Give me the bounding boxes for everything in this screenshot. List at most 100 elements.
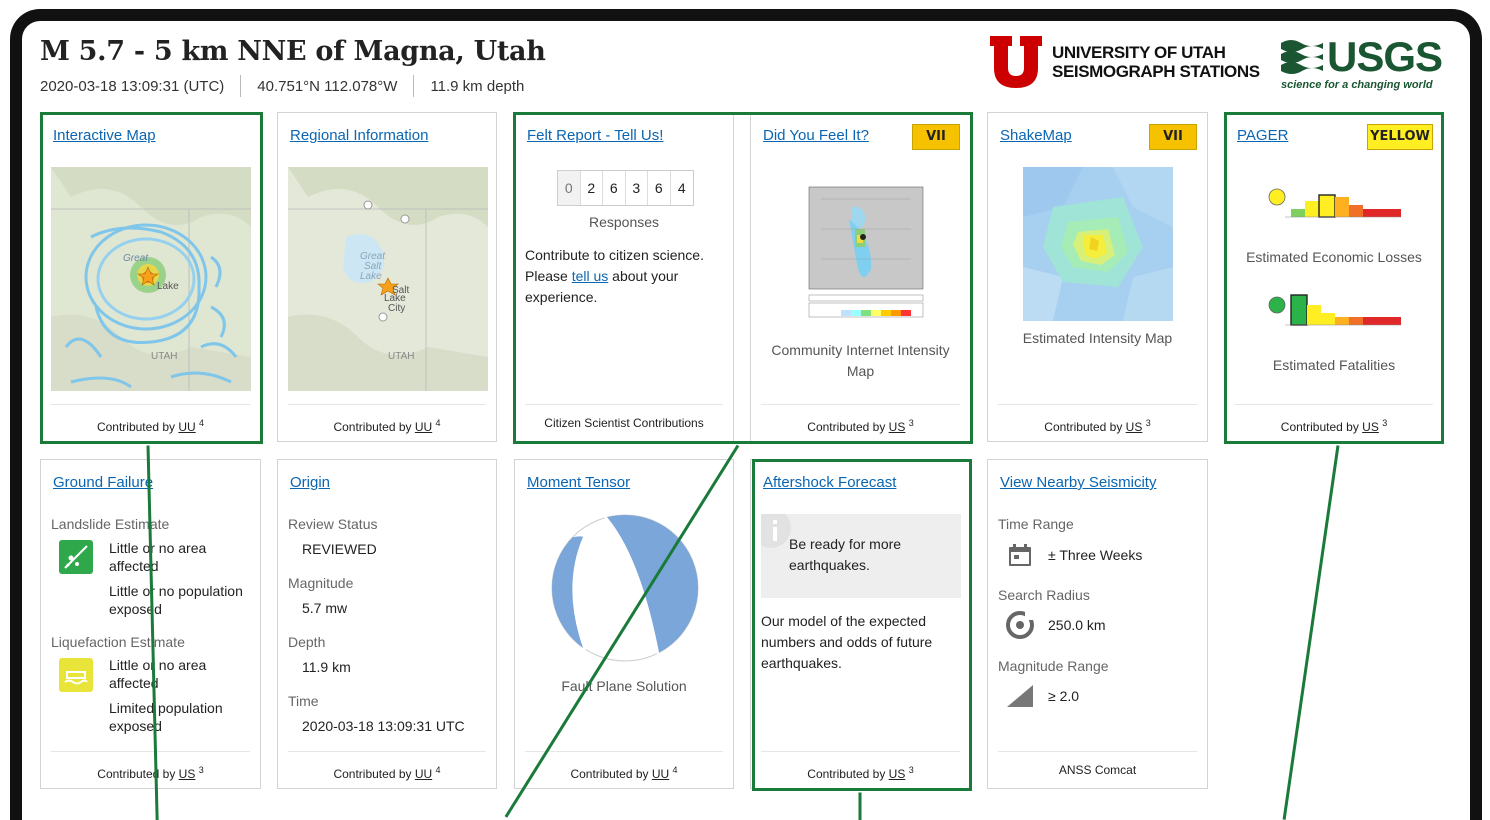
card-aftershock-forecast[interactable]: Aftershock Forecast Be ready for more ear… xyxy=(750,459,971,789)
event-time: 2020-03-18 13:09:31 (UTC) xyxy=(40,77,225,95)
dyfi-caption-line: Map xyxy=(846,363,875,379)
magnitude-range-row: ≥ 2.0 xyxy=(1000,681,1079,711)
interactive-map-thumbnail[interactable]: Great Lake UTAH xyxy=(51,167,251,391)
time-value: 2020-03-18 13:09:31 UTC xyxy=(302,718,465,734)
counter-digit: 2 xyxy=(581,171,603,205)
divider xyxy=(413,75,415,97)
card-footer: Contributed by UU 4 xyxy=(288,404,486,441)
card-footer: Contributed by US 3 xyxy=(761,751,960,788)
divider xyxy=(240,75,242,97)
did-you-feel-it-link[interactable]: Did You Feel It? xyxy=(763,127,869,144)
map-label: City xyxy=(388,303,405,314)
search-radius-row: 250.0 km xyxy=(1000,610,1106,640)
card-did-you-feel-it[interactable]: Did You Feel It? VII Community Internet … xyxy=(750,112,971,442)
card-footer: Contributed by US 3 xyxy=(51,751,250,788)
counter-digit: 3 xyxy=(626,171,648,205)
felt-description: Contribute to citizen science. Please te… xyxy=(525,245,704,308)
pager-link[interactable]: PAGER xyxy=(1237,127,1288,144)
search-radius-label: Search Radius xyxy=(998,587,1090,603)
response-counter: 0 2 6 3 6 4 xyxy=(557,170,694,206)
landslide-population: Little or no population exposed xyxy=(109,583,243,617)
event-location: 40.751°N 112.078°W xyxy=(257,77,398,95)
dyfi-map-thumbnail[interactable] xyxy=(801,179,931,325)
pager-alert-badge: YELLOW xyxy=(1367,124,1433,150)
card-footer: ANSS Comcat xyxy=(998,751,1197,788)
landslide-area: Little or no area affected xyxy=(109,540,207,574)
card-felt-report[interactable]: Felt Report - Tell Us! 0 2 6 3 6 4 Respo… xyxy=(514,112,734,442)
card-footer: Contributed by UU 4 xyxy=(288,751,486,788)
card-regional-information[interactable]: Regional Information Great Salt Lake Sal… xyxy=(277,112,497,442)
card-interactive-map[interactable]: Interactive Map Great Lake UTAH Contribu… xyxy=(40,112,261,442)
card-footer: Contributed by US 3 xyxy=(1235,404,1433,441)
review-status-value: REVIEWED xyxy=(302,541,377,557)
magnitude-triangle-icon xyxy=(1007,685,1033,707)
event-depth: 11.9 km depth xyxy=(430,77,525,95)
magnitude-label: Magnitude xyxy=(288,575,354,591)
usgs-logo[interactable]: USGS science for a changing world xyxy=(1281,33,1443,91)
university-of-utah-logo[interactable]: UNIVERSITY OF UTAH SEISMOGRAPH STATIONS xyxy=(988,34,1260,90)
felt-report-link[interactable]: Felt Report - Tell Us! xyxy=(527,127,663,144)
felt-text-line: Contribute to citizen science. xyxy=(525,247,704,263)
economic-losses-histogram[interactable] xyxy=(1265,183,1405,237)
aftershock-alert: Be ready for more earthquakes. xyxy=(761,514,961,598)
map-label: Lake xyxy=(360,271,382,282)
card-pager[interactable]: PAGER YELLOW Estimated Economic Losses E… xyxy=(1224,112,1444,442)
liquefaction-area: Little or no area affected xyxy=(109,657,207,691)
moment-tensor-link[interactable]: Moment Tensor xyxy=(527,474,630,491)
felt-text-line: experience. xyxy=(525,289,598,305)
liquefaction-label: Liquefaction Estimate xyxy=(51,634,185,650)
counter-digit: 4 xyxy=(677,180,686,196)
card-footer: Contributed by US 3 xyxy=(998,404,1197,441)
counter-digit: 0 xyxy=(558,171,581,205)
shakemap-link[interactable]: ShakeMap xyxy=(1000,127,1072,144)
search-radius-value: 250.0 km xyxy=(1048,617,1106,633)
responses-label: Responses xyxy=(588,214,660,230)
shakemap-thumbnail[interactable] xyxy=(1023,167,1173,321)
card-origin[interactable]: Origin Review Status REVIEWED Magnitude … xyxy=(277,459,497,789)
card-footer: Citizen Scientist Contributions xyxy=(525,404,723,441)
uu-logo-line2: SEISMOGRAPH STATIONS xyxy=(1052,62,1260,81)
counter-digit: 6 xyxy=(603,171,626,205)
card-shakemap[interactable]: ShakeMap VII Estimated Intensity Map Con… xyxy=(987,112,1208,442)
time-label: Time xyxy=(288,693,319,709)
aftershock-forecast-link[interactable]: Aftershock Forecast xyxy=(763,474,896,491)
card-footer: Contributed by UU 4 xyxy=(51,404,250,441)
intensity-badge: VII xyxy=(1149,124,1197,150)
callout-line xyxy=(858,792,862,820)
fatalities-histogram[interactable] xyxy=(1265,289,1405,343)
depth-value: 11.9 km xyxy=(302,659,351,675)
magnitude-range-label: Magnitude Range xyxy=(998,658,1109,674)
regional-map-thumbnail[interactable]: Great Salt Lake Salt Lake City UTAH xyxy=(288,167,488,391)
page-title: M 5.7 - 5 km NNE of Magna, Utah xyxy=(40,36,546,67)
nearby-seismicity-link[interactable]: View Nearby Seismicity xyxy=(1000,474,1156,491)
magnitude-range-value: ≥ 2.0 xyxy=(1048,688,1080,704)
regional-information-link[interactable]: Regional Information xyxy=(290,127,428,144)
usgs-wave-icon xyxy=(1281,40,1323,74)
review-status-label: Review Status xyxy=(288,516,378,532)
dyfi-caption: Community Internet Intensity Map xyxy=(751,340,970,382)
interactive-map-link[interactable]: Interactive Map xyxy=(53,127,156,144)
economic-losses-caption: Estimated Economic Losses xyxy=(1246,249,1422,265)
counter-digit: 6 xyxy=(648,171,671,205)
usgs-wordmark: USGS xyxy=(1327,33,1443,80)
ground-failure-link[interactable]: Ground Failure xyxy=(53,474,153,491)
usgs-tagline: science for a changing world xyxy=(1281,79,1433,91)
beachball-icon[interactable] xyxy=(550,513,700,663)
felt-text-line: Please tell us about your xyxy=(525,268,679,284)
landslide-icon xyxy=(59,540,93,574)
uu-logo-text: UNIVERSITY OF UTAH SEISMOGRAPH STATIONS xyxy=(1052,43,1260,81)
card-footer: Contributed by UU 4 xyxy=(525,751,723,788)
map-label: Great xyxy=(123,253,149,264)
radius-target-icon xyxy=(1006,611,1034,639)
origin-link[interactable]: Origin xyxy=(290,474,330,491)
time-range-value: ± Three Weeks xyxy=(1048,547,1143,563)
tell-us-link[interactable]: tell us xyxy=(572,268,609,284)
utah-u-icon xyxy=(990,36,1042,88)
card-nearby-seismicity[interactable]: View Nearby Seismicity Time Range ± Thre… xyxy=(987,459,1208,789)
fault-plane-caption: Fault Plane Solution xyxy=(561,678,687,694)
liquefaction-population: Limited population exposed xyxy=(109,700,223,734)
aftershock-alert-text: Be ready for more earthquakes. xyxy=(789,536,902,573)
time-range-row: ± Three Weeks xyxy=(1000,540,1142,570)
magnitude-value: 5.7 mw xyxy=(302,600,348,616)
map-label: Lake xyxy=(157,281,179,292)
